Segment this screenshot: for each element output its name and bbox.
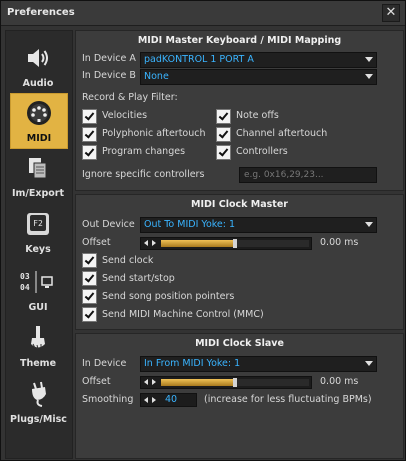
chevron-down-icon (365, 361, 373, 366)
in-device-a-select[interactable]: padKONTROL 1 PORT A (140, 52, 377, 68)
window-title: Preferences (7, 7, 75, 18)
send-song-position-checkbox[interactable] (82, 289, 97, 304)
sidebar-item-keys[interactable]: F2 Keys (10, 205, 66, 259)
slider-fill (161, 240, 235, 247)
note-offs-checkbox[interactable] (216, 109, 231, 124)
sidebar-item-theme[interactable]: Theme (10, 319, 66, 373)
panel-title: MIDI Master Keyboard / MIDI Mapping (137, 35, 342, 46)
send-mmc-checkbox[interactable] (82, 307, 97, 322)
slave-in-device-value: In From MIDI Yoke: 1 (144, 358, 241, 369)
smoothing-hint: (increase for less fluctuating BPMs) (204, 394, 372, 405)
title-bar[interactable]: Preferences ✕ (1, 1, 405, 26)
sidebar-item-im-export[interactable]: Im/Export (10, 149, 66, 203)
master-offset-slider[interactable] (140, 237, 312, 250)
file-export-icon (10, 155, 66, 181)
preferences-sidebar: Audio MIDI Im/Export F2 Keys 03 04 GUI T… (5, 30, 73, 459)
sidebar-item-gui[interactable]: 03 04 GUI (10, 263, 66, 317)
master-keyboard-panel: MIDI Master Keyboard / MIDI Mapping In D… (75, 30, 404, 191)
chevron-down-icon (365, 222, 373, 227)
panel-title: MIDI Clock Slave (195, 338, 284, 349)
sidebar-item-plugs-misc[interactable]: Plugs/Misc (10, 375, 67, 429)
offset-label: Offset (82, 237, 111, 248)
gui-digits-top: 03 (20, 272, 30, 281)
program-changes-label: Program changes (102, 146, 186, 157)
sidebar-item-label: Plugs/Misc (10, 414, 67, 425)
sidebar-item-label: Audio (22, 78, 54, 89)
slave-offset-slider[interactable] (140, 376, 312, 389)
note-offs-label: Note offs (236, 110, 279, 121)
sidebar-item-label: Theme (19, 358, 57, 369)
ignore-controllers-input[interactable] (240, 168, 376, 182)
in-device-b-select[interactable]: None (140, 69, 377, 85)
smoothing-label: Smoothing (82, 394, 134, 405)
send-mmc-label: Send MIDI Machine Control (MMC) (102, 309, 264, 320)
decrease-icon[interactable] (144, 240, 148, 246)
sidebar-item-midi[interactable]: MIDI (10, 93, 68, 149)
key-text: F2 (33, 219, 43, 228)
paint-brush-icon (10, 325, 66, 351)
slave-in-device-select[interactable]: In From MIDI Yoke: 1 (140, 356, 377, 372)
send-start-stop-checkbox[interactable] (82, 271, 97, 286)
out-device-label: Out Device (82, 219, 135, 230)
sidebar-item-label: MIDI (26, 133, 52, 144)
master-offset-value: 0.00 ms (320, 237, 359, 248)
increase-icon[interactable] (152, 379, 156, 385)
smoothing-stepper[interactable]: 40 (140, 393, 197, 407)
channel-aftertouch-checkbox[interactable] (216, 127, 231, 142)
out-device-value: Out To MIDI Yoke: 1 (144, 219, 236, 230)
channel-aftertouch-label: Channel aftertouch (236, 128, 328, 139)
in-device-a-value: padKONTROL 1 PORT A (144, 54, 254, 65)
clock-slave-panel: MIDI Clock Slave In Device In From MIDI … (75, 333, 404, 459)
ignore-controllers-field[interactable] (239, 167, 377, 183)
sidebar-item-label: Im/Export (11, 188, 65, 199)
poly-aftertouch-checkbox[interactable] (82, 127, 97, 142)
controllers-label: Controllers (236, 146, 288, 157)
send-clock-checkbox[interactable] (82, 253, 97, 268)
slider-track (161, 378, 309, 387)
speaker-icon (10, 45, 66, 71)
chevron-down-icon (365, 74, 373, 79)
velocities-label: Velocities (102, 110, 148, 121)
chevron-down-icon (365, 57, 373, 62)
send-start-stop-label: Send start/stop (102, 273, 175, 284)
gui-display-icon: 03 04 (10, 269, 66, 295)
poly-aftertouch-label: Polyphonic aftertouch (102, 128, 206, 139)
out-device-select[interactable]: Out To MIDI Yoke: 1 (140, 217, 377, 233)
keyboard-key-icon: F2 (10, 211, 66, 237)
gui-digits-bottom: 04 (20, 283, 30, 292)
in-device-b-label: In Device B (82, 70, 136, 81)
sidebar-item-label: GUI (28, 302, 48, 313)
midi-connector-icon (11, 100, 67, 126)
decrease-icon[interactable] (144, 379, 148, 385)
program-changes-checkbox[interactable] (82, 145, 97, 160)
slider-handle[interactable] (233, 239, 237, 248)
controllers-checkbox[interactable] (216, 145, 231, 160)
filter-heading: Record & Play Filter: (82, 92, 178, 103)
preferences-window: Preferences ✕ Audio MIDI Im/Export F2 Ke… (0, 0, 406, 461)
in-device-a-label: In Device A (82, 53, 136, 64)
increase-icon[interactable] (152, 397, 156, 403)
in-device-label: In Device (82, 358, 127, 369)
ignore-controllers-label: Ignore specific controllers (82, 169, 205, 180)
send-song-position-label: Send song position pointers (102, 291, 235, 302)
close-icon[interactable]: ✕ (386, 5, 397, 20)
slave-offset-value: 0.00 ms (320, 376, 359, 387)
panel-title: MIDI Clock Master (191, 199, 288, 210)
close-button[interactable]: ✕ (382, 4, 400, 22)
send-clock-label: Send clock (102, 255, 154, 266)
in-device-b-value: None (144, 71, 169, 82)
increase-icon[interactable] (152, 240, 156, 246)
velocities-checkbox[interactable] (82, 109, 97, 124)
slider-handle[interactable] (233, 378, 237, 387)
sidebar-item-audio[interactable]: Audio (10, 39, 66, 93)
slider-fill (161, 379, 235, 386)
decrease-icon[interactable] (144, 397, 148, 403)
offset-label: Offset (82, 376, 111, 387)
plug-icon (10, 381, 66, 407)
slider-track (161, 239, 309, 248)
sidebar-item-label: Keys (25, 244, 51, 255)
clock-master-panel: MIDI Clock Master Out Device Out To MIDI… (75, 194, 404, 330)
smoothing-value[interactable]: 40 (165, 394, 177, 405)
